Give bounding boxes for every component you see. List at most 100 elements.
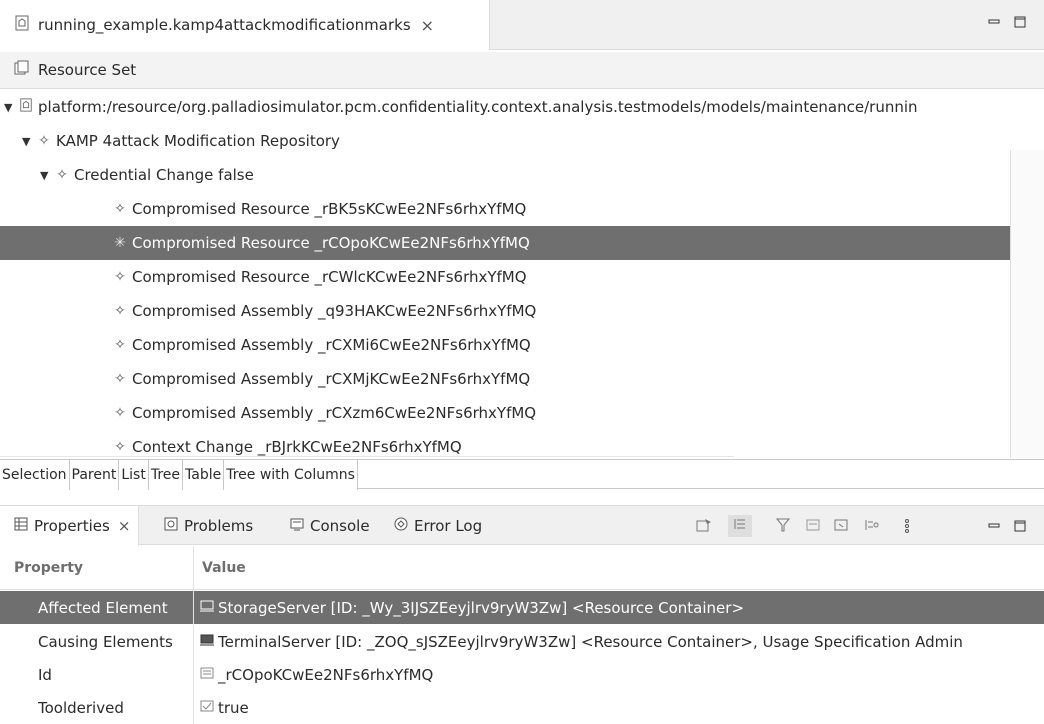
property-value-cell: true (194, 699, 249, 717)
resource-set-label: Resource Set (38, 61, 137, 79)
property-value-cell: StorageServer [ID: _Wy_3IJSZEeyjlrv9ryW3… (194, 599, 744, 617)
tree-item[interactable]: ✧ Compromised Resource _rCWlcKCwEe2NFs6r… (0, 260, 1044, 294)
tree-credential-change-label: Credential Change false (74, 166, 254, 184)
view-minimize-icon[interactable] (988, 520, 1000, 536)
boolean-value-icon (200, 700, 214, 716)
view-menu-icon[interactable] (904, 518, 910, 538)
property-name: Toolderived (0, 691, 194, 724)
tree-item-label: Compromised Resource _rCWlcKCwEe2NFs6rhx… (132, 268, 527, 286)
expanded-twisty-icon[interactable]: ▼ (22, 135, 36, 148)
property-row-toolderived[interactable]: Toolderived true (0, 691, 1044, 724)
tab-console[interactable]: Console (290, 506, 370, 546)
problems-icon (164, 517, 178, 535)
model-element-icon: ✧ (114, 439, 126, 455)
tree-horizontal-divider (0, 456, 734, 457)
tree-item[interactable]: ✧ Compromised Assembly _rCXzm6CwEe2NFs6r… (0, 396, 1044, 430)
show-categories-icon[interactable] (728, 515, 752, 537)
column-header-property[interactable]: Property (0, 545, 194, 590)
tree-root-label: platform:/resource/org.palladiosimulator… (38, 98, 918, 116)
tree-item[interactable]: ✧ Compromised Resource _rBK5sKCwEe2NFs6r… (0, 192, 1044, 226)
pin-editor-icon[interactable] (696, 518, 712, 536)
tab-list[interactable]: List (119, 460, 149, 490)
properties-table-header: Property Value (0, 545, 1044, 590)
resource-set-icon (14, 60, 30, 80)
tab-error-log[interactable]: Error Log (394, 506, 482, 546)
editor-tab-title: running_example.kamp4attackmodificationm… (38, 16, 411, 34)
tree-item[interactable]: ✧ Compromised Assembly _rCXMjKCwEe2NFs6r… (0, 362, 1044, 396)
properties-icon (14, 517, 28, 535)
model-file-icon (18, 98, 34, 116)
view-tabbar: Properties × Problems Console Error Log (0, 505, 1044, 546)
model-element-icon: ✧ (38, 133, 50, 149)
tree-item-label: Compromised Resource _rBK5sKCwEe2NFs6rhx… (132, 200, 527, 218)
model-tree[interactable]: ▼ platform:/resource/org.palladiosimulat… (0, 90, 1044, 458)
tab-console-label: Console (310, 517, 370, 535)
editor-page-tabs: Selection Parent List Tree Table Tree wi… (0, 459, 1044, 490)
tab-selection[interactable]: Selection (0, 460, 70, 490)
model-element-icon: ✧ (114, 201, 126, 217)
property-value: _rCOpoKCwEe2NFs6rhxYfMQ (218, 665, 434, 684)
tree-root-row[interactable]: ▼ platform:/resource/org.palladiosimulat… (0, 90, 1044, 124)
property-value: true (218, 698, 249, 717)
tree-vertical-scrollbar[interactable] (1010, 150, 1044, 458)
tab-tree[interactable]: Tree (149, 460, 184, 490)
resource-container-icon (200, 600, 214, 616)
model-file-icon (14, 15, 30, 35)
tab-problems-label: Problems (184, 517, 254, 535)
property-row-id[interactable]: Id _rCOpoKCwEe2NFs6rhxYfMQ (0, 658, 1044, 691)
error-log-icon (394, 517, 408, 535)
tab-properties[interactable]: Properties × (0, 506, 140, 546)
tree-item-label: Compromised Resource _rCOpoKCwEe2NFs6rhx… (132, 234, 530, 252)
page-tabs-filler (357, 460, 1044, 489)
tree-item-label: Compromised Assembly _rCXzm6CwEe2NFs6rhx… (132, 404, 537, 422)
property-row-causing-elements[interactable]: Causing Elements TerminalServer [ID: _ZO… (0, 625, 1044, 658)
property-value-cell: TerminalServer [ID: _ZOQ_sJSZEeyjlrv9ryW… (194, 633, 963, 651)
tab-parent[interactable]: Parent (70, 460, 120, 490)
property-value-cell: _rCOpoKCwEe2NFs6rhxYfMQ (194, 666, 433, 684)
expanded-twisty-icon[interactable]: ▼ (40, 169, 54, 182)
tab-tree-with-columns[interactable]: Tree with Columns (224, 460, 358, 490)
property-row-affected-element[interactable]: Affected Element StorageServer [ID: _Wy_… (0, 591, 1044, 624)
resource-container-icon (200, 634, 214, 650)
tab-properties-label: Properties (34, 517, 110, 535)
property-name: Id (0, 658, 194, 691)
tab-problems[interactable]: Problems (164, 506, 253, 546)
model-element-icon: ✧ (114, 337, 126, 353)
property-value: StorageServer [ID: _Wy_3IJSZEeyjlrv9ryW3… (218, 598, 745, 617)
maximize-icon[interactable] (1014, 16, 1026, 32)
property-value: TerminalServer [ID: _ZOQ_sJSZEeyjlrv9ryW… (218, 632, 963, 651)
model-element-icon: ✧ (114, 269, 126, 285)
tree-item-selected[interactable]: ✳ Compromised Resource _rCOpoKCwEe2NFs6r… (0, 226, 1044, 260)
tab-error-log-label: Error Log (414, 517, 483, 535)
model-element-icon: ✧ (114, 303, 126, 319)
tab-table[interactable]: Table (183, 460, 225, 490)
tree-item[interactable]: ✧ Compromised Assembly _q93HAKCwEe2NFs6r… (0, 294, 1044, 328)
tab-properties-close-icon[interactable]: × (118, 517, 131, 535)
editor-tab[interactable]: running_example.kamp4attackmodificationm… (0, 0, 490, 50)
properties-table[interactable]: Property Value Affected Element StorageS… (0, 545, 1044, 724)
model-element-icon: ✧ (56, 167, 68, 183)
resource-set-header: Resource Set (0, 52, 1044, 89)
tree-item-label: Compromised Assembly _q93HAKCwEe2NFs6rhx… (132, 302, 537, 320)
console-icon (290, 517, 304, 535)
column-header-value[interactable]: Value (194, 560, 246, 576)
tree-credential-change-row[interactable]: ▼ ✧ Credential Change false (0, 158, 1044, 192)
tree-item-label: Context Change _rBJrkKCwEe2NFs6rhxYfMQ (132, 438, 462, 456)
restore-default-icon[interactable] (806, 518, 820, 536)
show-advanced-icon[interactable] (864, 518, 880, 536)
tree-item[interactable]: ✧ Context Change _rBJrkKCwEe2NFs6rhxYfMQ (0, 430, 1044, 458)
property-name: Affected Element (0, 591, 194, 624)
minimize-icon[interactable] (988, 16, 1000, 32)
expanded-twisty-icon[interactable]: ▼ (4, 101, 18, 114)
tree-item[interactable]: ✧ Compromised Assembly _rCXMi6CwEe2NFs6r… (0, 328, 1044, 362)
tree-repository-row[interactable]: ▼ ✧ KAMP 4attack Modification Repository (0, 124, 1044, 158)
filter-icon[interactable] (775, 518, 791, 536)
property-name: Causing Elements (0, 625, 194, 658)
model-element-icon: ✧ (114, 405, 126, 421)
model-element-icon: ✧ (114, 371, 126, 387)
editor-tab-close-icon[interactable]: × (421, 16, 434, 35)
tree-item-label: Compromised Assembly _rCXMjKCwEe2NFs6rhx… (132, 370, 531, 388)
copy-properties-icon[interactable] (834, 518, 848, 536)
view-maximize-icon[interactable] (1014, 520, 1026, 536)
tree-item-label: Compromised Assembly _rCXMi6CwEe2NFs6rhx… (132, 336, 531, 354)
